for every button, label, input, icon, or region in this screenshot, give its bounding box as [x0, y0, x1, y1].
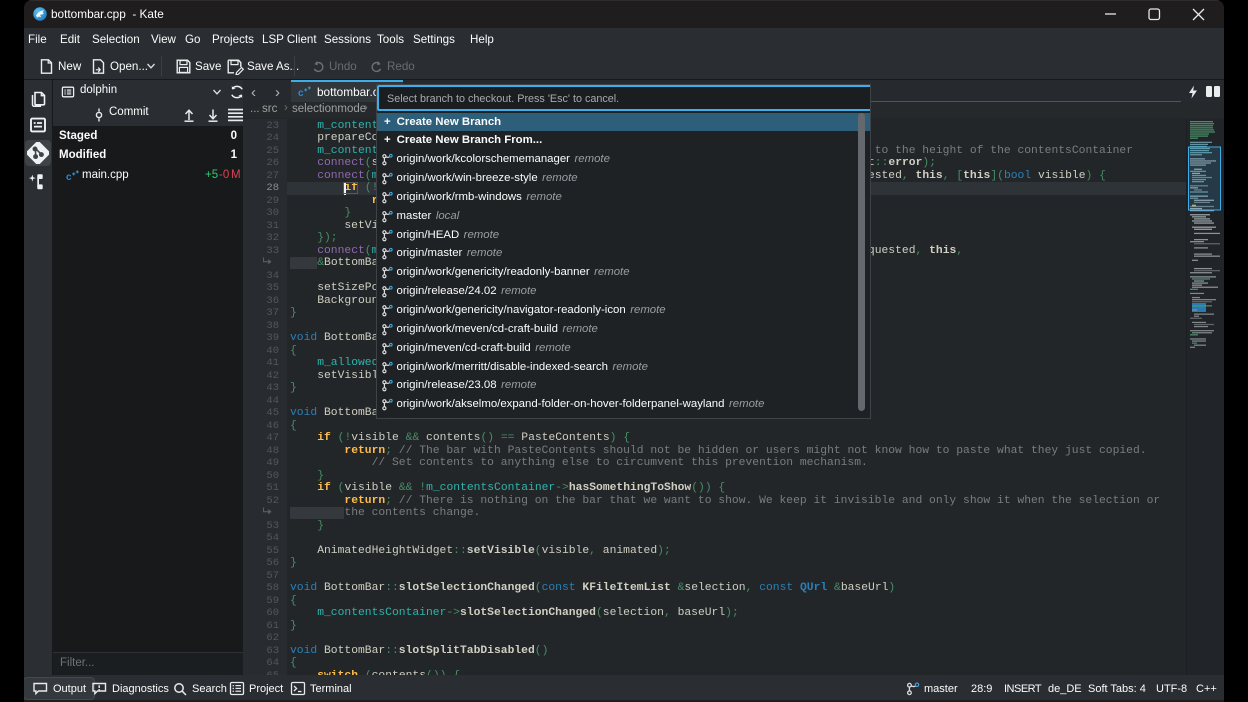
svg-text:c: c	[298, 88, 304, 98]
svg-text:c: c	[66, 172, 72, 182]
